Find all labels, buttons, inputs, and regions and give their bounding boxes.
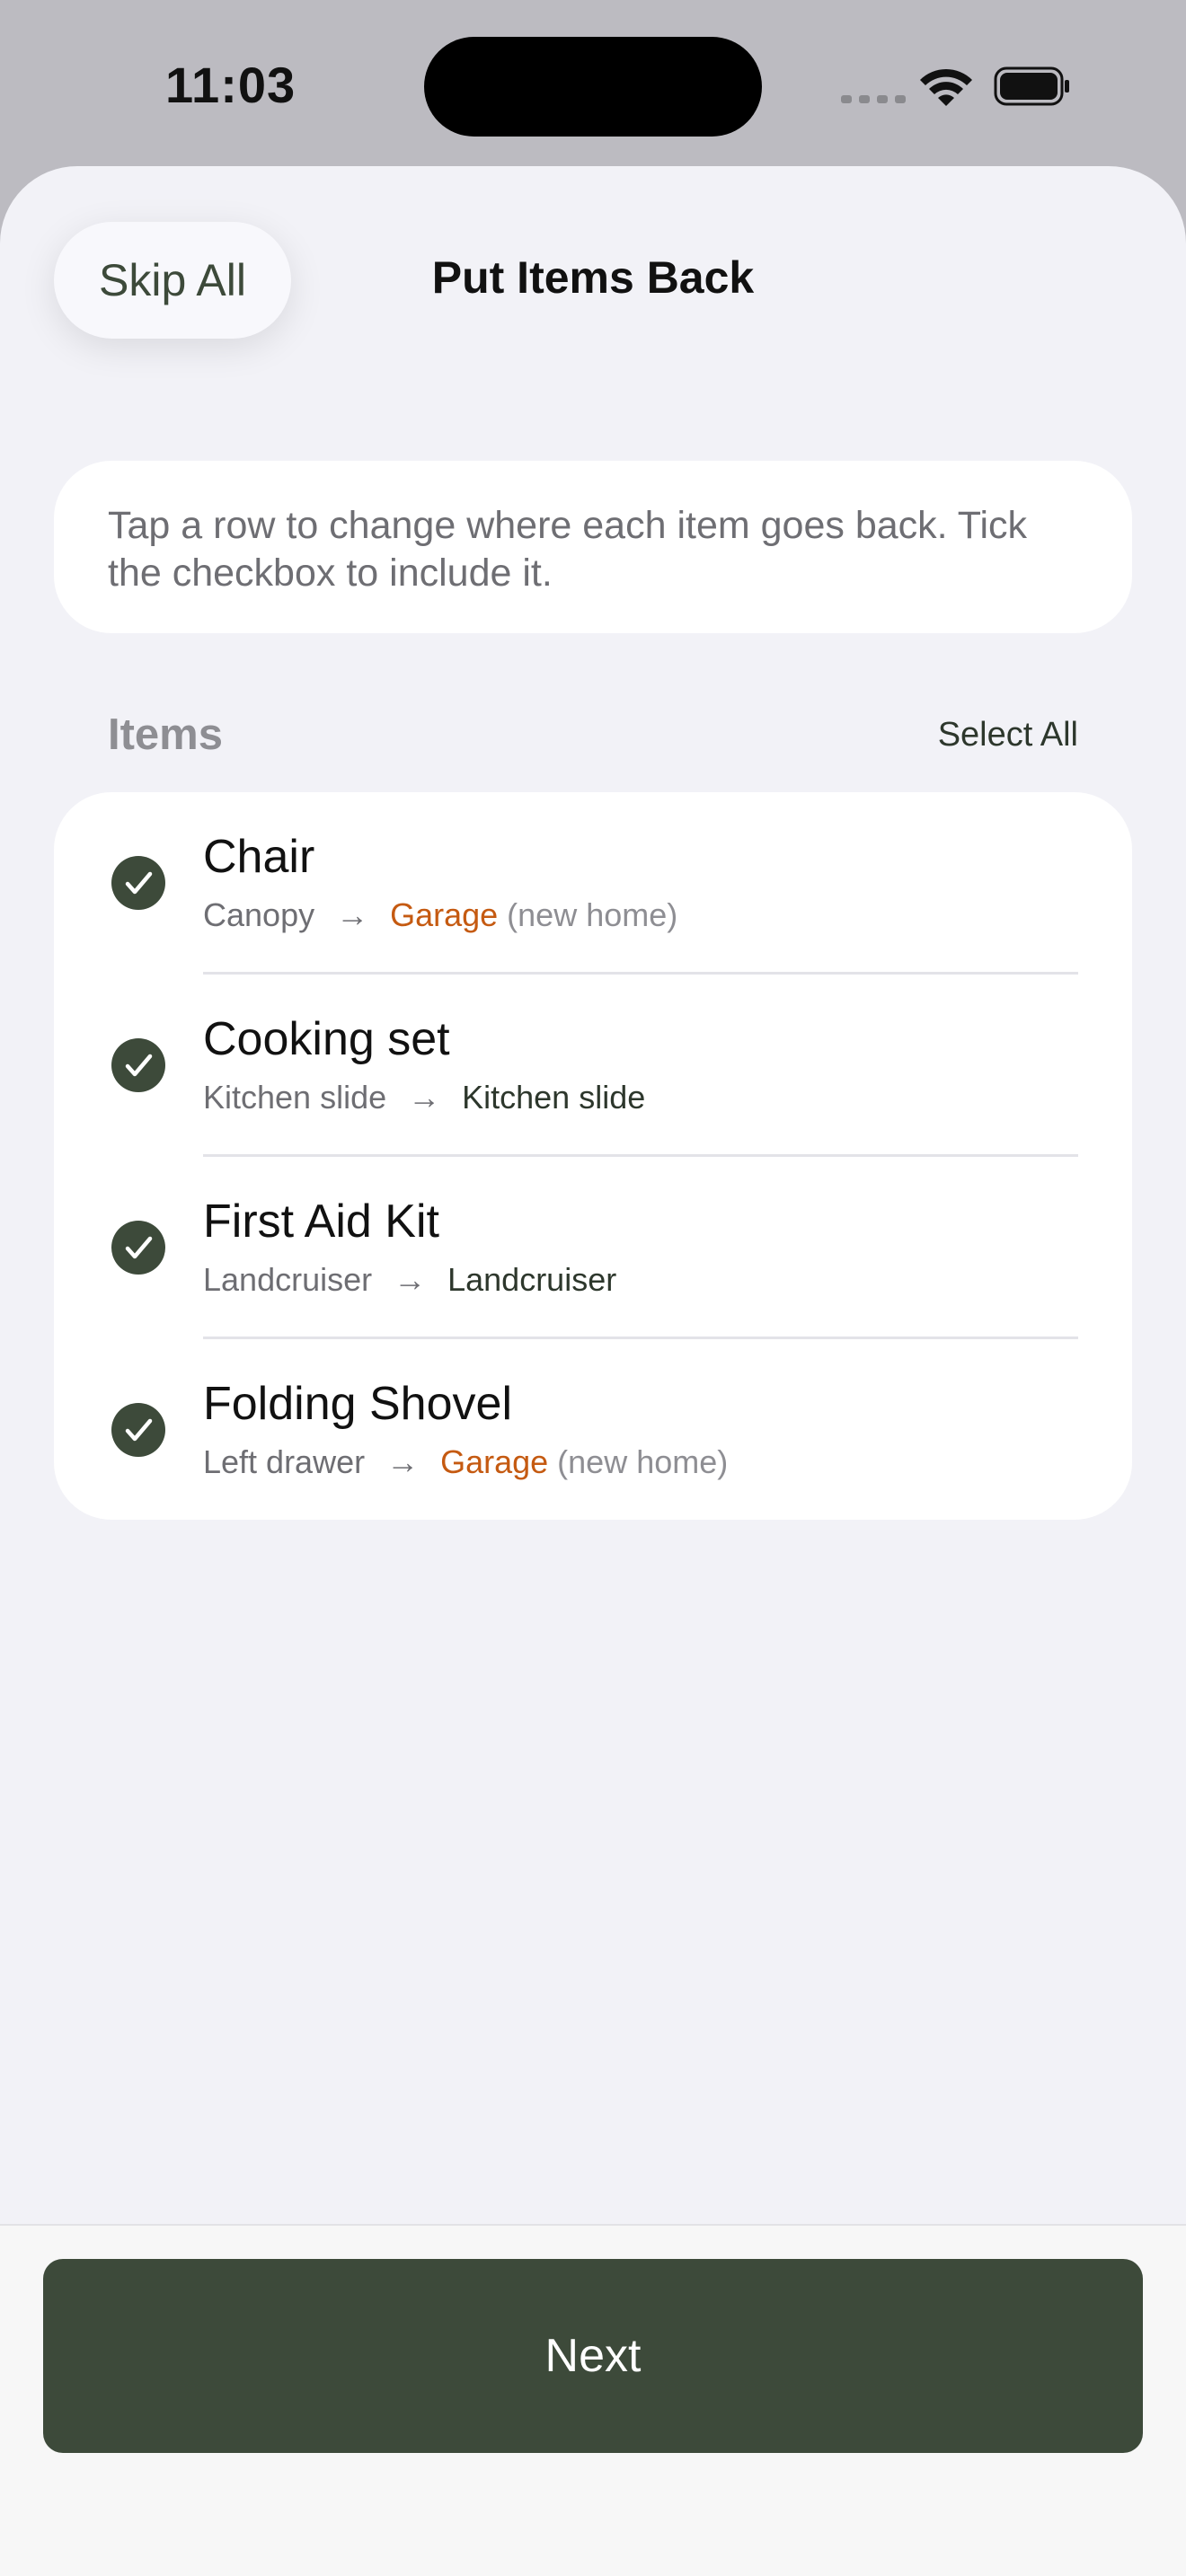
- checkbox-checked-icon[interactable]: [111, 1403, 165, 1457]
- list-item-chair[interactable]: Chair Canopy → Garage (new home): [54, 792, 1132, 975]
- info-card: Tap a row to change where each item goes…: [54, 461, 1132, 633]
- item-route: Kitchen slide → Kitchen slide: [203, 1079, 645, 1116]
- sheet: Skip All Put Items Back Tap a row to cha…: [0, 166, 1186, 2576]
- new-home-note: (new home): [557, 1443, 729, 1480]
- item-destination: Kitchen slide: [462, 1079, 646, 1116]
- item-destination: Landcruiser: [447, 1261, 617, 1298]
- item-from: Landcruiser: [203, 1261, 373, 1298]
- screen: 11:03 Skip All Put Items Back Tap a row …: [0, 0, 1186, 2576]
- dynamic-island: [424, 37, 762, 137]
- list-item-folding-shovel[interactable]: Folding Shovel Left drawer → Garage (new ho…: [54, 1339, 1132, 1520]
- arrow-right-icon: →: [386, 1443, 420, 1480]
- item-from: Canopy: [203, 896, 315, 933]
- info-text: Tap a row to change where each item goes…: [108, 504, 1027, 595]
- bottom-bar: Next: [0, 2224, 1186, 2576]
- select-all-button[interactable]: Select All: [938, 716, 1078, 754]
- new-home-note: (new home): [507, 896, 678, 933]
- item-name: Chair: [203, 831, 315, 883]
- item-from: Left drawer: [203, 1443, 366, 1480]
- checkbox-checked-icon[interactable]: [111, 1038, 165, 1092]
- item-name: Cooking set: [203, 1013, 450, 1065]
- battery-icon: [994, 66, 1069, 106]
- wifi-icon: [920, 68, 972, 106]
- cellular-signal-icon: [841, 95, 906, 103]
- item-route: Canopy → Garage (new home): [203, 896, 677, 934]
- item-route: Landcruiser → Landcruiser: [203, 1261, 616, 1299]
- item-name: First Aid Kit: [203, 1195, 439, 1248]
- page-title: Put Items Back: [431, 252, 755, 303]
- item-name: Folding Shovel: [203, 1378, 512, 1430]
- next-button[interactable]: Next: [43, 2259, 1143, 2453]
- arrow-right-icon: →: [394, 1261, 427, 1298]
- list-item-cooking-set[interactable]: Cooking set Kitchen slide → Kitchen slide: [54, 975, 1132, 1157]
- item-route: Left drawer → Garage (new home): [203, 1443, 728, 1481]
- item-destination: Garage: [390, 896, 499, 933]
- items-list: Chair Canopy → Garage (new home) Cooking se…: [54, 792, 1132, 1520]
- checkbox-checked-icon[interactable]: [111, 1221, 165, 1275]
- arrow-right-icon: →: [408, 1079, 441, 1116]
- list-item-first-aid-kit[interactable]: First Aid Kit Landcruiser → Landcruiser: [54, 1157, 1132, 1339]
- item-from: Kitchen slide: [203, 1079, 387, 1116]
- item-destination: Garage: [440, 1443, 549, 1480]
- arrow-right-icon: →: [336, 896, 369, 933]
- status-time: 11:03: [165, 57, 296, 113]
- checkbox-checked-icon[interactable]: [111, 856, 165, 910]
- items-section-title: Items: [108, 710, 224, 759]
